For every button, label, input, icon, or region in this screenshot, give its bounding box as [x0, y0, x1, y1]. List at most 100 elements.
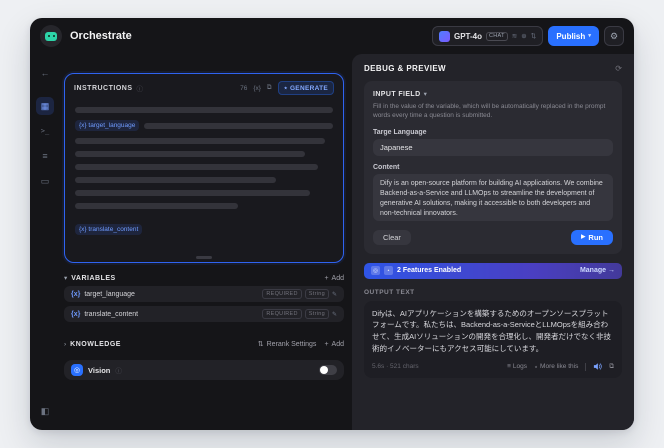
resize-handle[interactable] — [196, 256, 212, 259]
robot-icon — [45, 31, 57, 41]
output-text: Difyは、AIアプリケーションを構築するためのオープンソースプラットフォームで… — [372, 308, 612, 353]
instructions-panel[interactable]: INSTRUCTIONS ⓘ 76 {x} ⧉ ⋆ GENERATE {x} t… — [64, 73, 344, 263]
divider — [585, 362, 587, 371]
publish-label: Publish — [556, 31, 586, 41]
eye-icon: ◎ — [73, 367, 81, 374]
features-enabled-label: 2 Features Enabled — [397, 267, 462, 275]
arrow-right-icon: → — [608, 267, 615, 275]
manage-features-button[interactable]: Manage → — [580, 267, 615, 274]
chevron-down-icon: ▾ — [588, 33, 591, 39]
model-mode-badge: CHAT — [486, 31, 508, 41]
add-knowledge-label: Add — [331, 340, 344, 348]
content-textarea[interactable]: Dify is an open-source platform for buil… — [373, 173, 613, 221]
chevron-down-icon[interactable]: ▾ — [64, 274, 67, 282]
target-language-input[interactable]: Japanese — [373, 138, 613, 156]
skeleton-row: {x} target_language — [75, 120, 333, 131]
knowledge-header: › KNOWLEDGE ⇅ Rerank Settings + Add — [64, 340, 344, 349]
required-badge: REQUIRED — [262, 289, 302, 299]
instructions-header: INSTRUCTIONS ⓘ 76 {x} ⧉ ⋆ GENERATE — [65, 74, 343, 100]
logs-button[interactable]: ≡ Logs — [507, 363, 527, 370]
braces-icon: {x} — [71, 290, 81, 298]
model-provider-icon — [439, 30, 450, 42]
type-badge[interactable]: String — [304, 309, 329, 319]
app-logo[interactable] — [40, 25, 62, 47]
insert-variable-icon[interactable]: {x} — [253, 85, 261, 92]
panel-collapse-icon: ◧ — [40, 405, 50, 416]
knowledge-title: KNOWLEDGE — [70, 340, 121, 348]
clear-button[interactable]: Clear — [373, 229, 411, 245]
skeleton-line — [144, 122, 333, 129]
nav-item-orchestrate[interactable]: ▦ — [36, 97, 54, 115]
skeleton-line — [75, 164, 318, 170]
logs-icon: ≡ — [507, 363, 511, 371]
debug-header: DEBUG & PREVIEW ⟳ — [364, 64, 622, 73]
publish-button[interactable]: Publish ▾ — [548, 26, 599, 46]
form-actions: Clear ▶ Run — [373, 229, 613, 245]
play-icon: ▶ — [581, 234, 586, 241]
knowledge-section: › KNOWLEDGE ⇅ Rerank Settings + Add — [64, 340, 344, 349]
orchestrate-icon: ▦ — [40, 100, 50, 111]
vision-toggle[interactable] — [319, 365, 337, 375]
input-field-header[interactable]: INPUT FIELD ▾ — [373, 90, 613, 99]
skeleton-line — [75, 203, 238, 209]
input-field-title: INPUT FIELD — [373, 90, 421, 98]
target-language-label: Targe Language — [373, 128, 427, 136]
input-field-card: INPUT FIELD ▾ Fill in the value of the v… — [364, 81, 622, 254]
rerank-settings-button[interactable]: ⇅ Rerank Settings — [258, 340, 317, 349]
features-enabled-bar[interactable]: ◎ ⋆ 2 Features Enabled Manage → — [364, 262, 622, 279]
settings-button[interactable]: ⚙ — [604, 26, 624, 46]
terminal-icon: >_ — [40, 127, 50, 135]
char-count: 76 — [240, 84, 248, 92]
instructions-body[interactable]: {x} target_language {x} translate_conten… — [65, 100, 343, 236]
nav-item-annotations[interactable]: ▭ — [36, 172, 54, 190]
orchestrate-column: INSTRUCTIONS ⓘ 76 {x} ⧉ ⋆ GENERATE {x} t… — [60, 54, 352, 430]
model-name: GPT-4o — [454, 31, 483, 41]
model-tools-icon[interactable]: ⊕ — [521, 32, 526, 40]
generate-button[interactable]: ⋆ GENERATE — [277, 81, 334, 95]
variable-chip-target-language[interactable]: {x} target_language — [75, 120, 140, 131]
back-arrow-icon: ← — [40, 68, 50, 78]
skeleton-line — [75, 190, 310, 196]
braces-icon: {x} — [71, 310, 81, 318]
speaker-button[interactable] — [593, 362, 603, 371]
refresh-icon[interactable]: ⟳ — [615, 64, 622, 73]
type-badge[interactable]: String — [304, 289, 329, 299]
model-params-icon[interactable]: ≋ — [512, 32, 517, 40]
run-label: Run — [588, 232, 603, 242]
variables-header: ▾ VARIABLES + Add — [64, 274, 344, 283]
add-knowledge-button[interactable]: + Add — [324, 341, 344, 348]
required-badge: REQUIRED — [262, 309, 302, 319]
edit-icon[interactable]: ✎ — [332, 291, 337, 298]
edit-icon[interactable]: ✎ — [332, 311, 337, 318]
collapse-sidebar-button[interactable]: ◧ — [36, 402, 54, 420]
rerank-settings-label: Rerank Settings — [266, 340, 317, 348]
variable-row-target-language[interactable]: {x} target_language REQUIRED String ✎ — [64, 286, 344, 302]
add-variable-button[interactable]: + Add — [324, 275, 344, 282]
nav-item-api-access[interactable]: >_ — [36, 122, 54, 140]
plus-icon: + — [324, 274, 329, 282]
model-expand-icon[interactable]: ⇅ — [531, 32, 536, 40]
more-like-this-button[interactable]: ⋆ More like this — [534, 363, 578, 371]
nav-item-logs[interactable]: ≡ — [36, 147, 54, 165]
copy-output-button[interactable]: ⧉ — [609, 363, 614, 371]
vision-label: Vision — [88, 365, 111, 375]
speaker-icon — [594, 363, 603, 371]
skeleton-line — [75, 151, 305, 157]
toggle-knob — [320, 366, 328, 374]
variable-name: translate_content — [84, 310, 139, 318]
chevron-right-icon[interactable]: › — [64, 341, 66, 348]
variable-chip-translate-content[interactable]: {x} translate_content — [75, 224, 143, 235]
instructions-tools: 76 {x} ⧉ ⋆ GENERATE — [240, 81, 334, 95]
skeleton-line — [75, 177, 277, 183]
output-actions: ≡ Logs ⋆ More like this ⧉ — [507, 362, 614, 371]
info-icon: ⓘ — [136, 86, 144, 93]
copy-icon[interactable]: ⧉ — [267, 84, 272, 92]
variable-row-translate-content[interactable]: {x} translate_content REQUIRED String ✎ — [64, 306, 344, 322]
back-button[interactable]: ← — [36, 64, 54, 82]
run-button[interactable]: ▶ Run — [571, 229, 613, 245]
annotation-icon: ▭ — [40, 175, 50, 186]
output-meta-row: 5.6s · 521 chars ≡ Logs ⋆ More like this — [372, 362, 614, 371]
copy-icon: ⧉ — [609, 362, 614, 370]
app-window: Orchestrate GPT-4o CHAT ≋ ⊕ ⇅ Publish ▾ … — [30, 18, 634, 430]
model-selector[interactable]: GPT-4o CHAT ≋ ⊕ ⇅ — [432, 26, 544, 46]
